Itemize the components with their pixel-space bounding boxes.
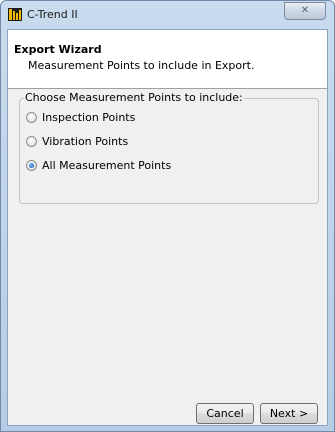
radio-all-measurement-points[interactable]: All Measurement Points bbox=[26, 157, 171, 173]
next-button[interactable]: Next > bbox=[260, 403, 318, 424]
title-bar[interactable]: C-Trend II ✕ bbox=[1, 1, 334, 29]
radio-label: Vibration Points bbox=[42, 134, 129, 148]
close-icon: ✕ bbox=[300, 5, 310, 16]
window-frame: C-Trend II ✕ Export Wizard Measurement P… bbox=[0, 0, 335, 432]
window-title: C-Trend II bbox=[27, 8, 78, 21]
wizard-header: Export Wizard Measurement Points to incl… bbox=[8, 30, 327, 89]
wizard-subtitle: Measurement Points to include in Export. bbox=[28, 59, 255, 72]
measurement-points-group: Choose Measurement Points to include: In… bbox=[19, 91, 319, 204]
radio-label: Inspection Points bbox=[42, 110, 136, 124]
radio-vibration-points[interactable]: Vibration Points bbox=[26, 133, 128, 149]
radio-label: All Measurement Points bbox=[42, 158, 172, 172]
cancel-button[interactable]: Cancel bbox=[196, 403, 254, 424]
radio-inspection-points[interactable]: Inspection Points bbox=[26, 109, 135, 125]
dialog-client-area: Export Wizard Measurement Points to incl… bbox=[7, 29, 328, 426]
radio-button-icon[interactable] bbox=[26, 111, 37, 123]
group-label: Choose Measurement Points to include: bbox=[24, 91, 244, 104]
app-icon bbox=[8, 8, 22, 21]
radio-button-selected-icon[interactable] bbox=[26, 159, 37, 171]
wizard-title: Export Wizard bbox=[14, 43, 102, 56]
close-button[interactable]: ✕ bbox=[284, 2, 326, 20]
radio-button-icon[interactable] bbox=[26, 135, 37, 147]
